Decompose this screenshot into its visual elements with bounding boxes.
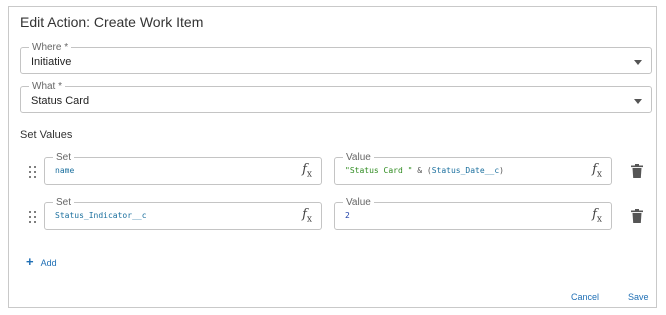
set-field-2[interactable]: Set Status_Indicator__c fx (44, 197, 322, 230)
chevron-down-icon[interactable] (634, 99, 642, 104)
cancel-button[interactable]: Cancel (571, 292, 599, 302)
operator: & ( (412, 166, 432, 175)
formula-icon[interactable]: fx (592, 162, 602, 180)
set-field-value: name (55, 166, 75, 175)
add-label: Add (40, 258, 57, 268)
delete-icon[interactable] (631, 209, 643, 223)
value-label: Value (343, 152, 374, 163)
formula-icon[interactable]: fx (592, 207, 602, 225)
set-label: Set (53, 197, 75, 208)
string-literal: "Status Card " (345, 166, 413, 175)
delete-icon[interactable] (631, 164, 643, 178)
set-field-1[interactable]: Set name fx (44, 152, 322, 185)
edit-action-dialog: Edit Action: Create Work Item Where * In… (8, 6, 657, 308)
add-button[interactable]: + Add (26, 254, 57, 269)
value-label: Value (343, 197, 374, 208)
chevron-down-icon[interactable] (634, 60, 642, 65)
what-value: Status Card (31, 95, 90, 107)
dialog-title: Edit Action: Create Work Item (20, 14, 204, 30)
formula-icon[interactable]: fx (302, 162, 312, 180)
save-button[interactable]: Save (628, 292, 649, 302)
value-expression: 2 (345, 211, 350, 220)
value-field-2[interactable]: Value 2 fx (334, 197, 612, 230)
drag-handle-icon[interactable] (29, 166, 37, 178)
set-field-value: Status_Indicator__c (55, 211, 147, 220)
what-select[interactable]: What * Status Card (20, 81, 652, 113)
where-value: Initiative (31, 56, 72, 68)
drag-handle-icon[interactable] (29, 211, 37, 223)
set-values-heading: Set Values (20, 129, 73, 141)
set-label: Set (53, 152, 75, 163)
where-label: Where * (29, 42, 72, 53)
value-field-1[interactable]: Value "Status Card " & (Status_Date__c) … (334, 152, 612, 185)
number-literal: 2 (345, 211, 350, 220)
what-label: What * (29, 81, 66, 92)
value-expression: "Status Card " & (Status_Date__c) (345, 166, 504, 175)
operator: ) (499, 166, 504, 175)
plus-icon: + (26, 254, 34, 269)
where-select[interactable]: Where * Initiative (20, 42, 652, 74)
formula-icon[interactable]: fx (302, 207, 312, 225)
field-reference: Status_Date__c (431, 166, 500, 175)
